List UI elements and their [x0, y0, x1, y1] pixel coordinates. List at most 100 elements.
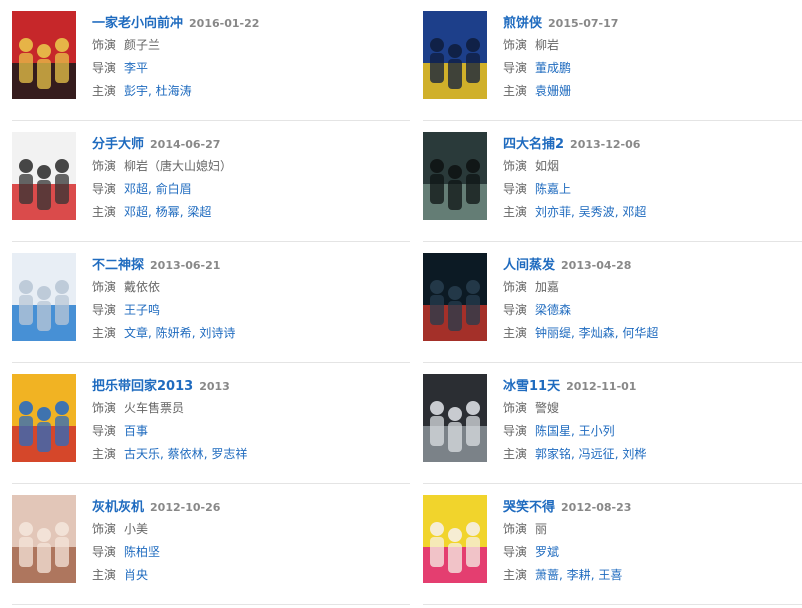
cast-row-label: 主演	[503, 84, 528, 98]
movie-poster[interactable]	[12, 253, 76, 341]
person-link[interactable]: 吴秀波	[579, 205, 615, 219]
release-date: 2012-08-23	[561, 501, 632, 514]
role-label: 饰演	[503, 522, 528, 536]
movie-poster[interactable]	[423, 253, 487, 341]
movie-title-link[interactable]: 分手大师	[92, 137, 144, 152]
person-link[interactable]: 刘桦	[622, 447, 646, 461]
person-link[interactable]: 萧蔷	[535, 568, 559, 582]
movie-poster[interactable]	[12, 11, 76, 99]
role-name: 颜子兰	[124, 38, 161, 52]
person-link[interactable]: 蔡依林	[168, 447, 204, 461]
person-link[interactable]: 董成鹏	[535, 61, 571, 75]
director-row-label: 导演	[92, 182, 117, 196]
person-link[interactable]: 邓超	[622, 205, 646, 219]
person-link[interactable]: 陈国星	[535, 424, 571, 438]
movie-title-link[interactable]: 煎饼侠	[503, 16, 542, 31]
person-link[interactable]: 邓超	[124, 182, 148, 196]
person-link[interactable]: 李灿森	[579, 326, 615, 340]
person-link[interactable]: 杨幂	[156, 205, 180, 219]
movie-title-link[interactable]: 灰机灰机	[92, 500, 144, 515]
person-link[interactable]: 梁德森	[535, 303, 571, 317]
movie-card: 四大名捕2 2013-12-06 饰演 如烟 导演 陈嘉上 主演 刘亦菲, 吴秀波, 邓超	[423, 121, 802, 242]
name-separator: ,	[148, 84, 156, 98]
director-row: 导演 邓超, 俞白眉	[92, 178, 410, 201]
movie-title-link[interactable]: 哭笑不得	[503, 500, 555, 515]
role-row: 饰演 柳岩（唐大山媳妇）	[92, 155, 410, 178]
role-label: 饰演	[503, 38, 528, 52]
movie-card: 哭笑不得 2012-08-23 饰演丽导演 罗斌 主演 萧蔷, 李耕, 王喜	[423, 484, 802, 605]
director-row: 导演 陈嘉上	[503, 178, 802, 201]
movie-info: 不二神探 2013-06-21 饰演 戴依依 导演 王子鸣 主演 文章, 陈妍希, 刘诗诗	[92, 254, 410, 345]
person-link[interactable]: 王喜	[598, 568, 622, 582]
role-label: 饰演	[503, 159, 528, 173]
movie-poster[interactable]	[12, 495, 76, 583]
person-link[interactable]: 钟丽缇	[535, 326, 571, 340]
person-link[interactable]: 陈柏坚	[124, 545, 160, 559]
role-row: 饰演 柳岩	[503, 34, 802, 57]
person-link[interactable]: 文章	[124, 326, 148, 340]
director-row-label: 导演	[92, 424, 117, 438]
poster-art	[423, 253, 487, 341]
title-line: 把乐带回家2013 2013	[92, 375, 410, 397]
role-name: 柳岩（唐大山媳妇）	[124, 159, 233, 173]
person-link[interactable]: 李平	[124, 61, 148, 75]
movie-poster[interactable]	[423, 132, 487, 220]
movie-info: 冰雪11天 2012-11-01 饰演 警嫂 导演 陈国星, 王小列 主演 郭家铭, 冯远征,…	[503, 375, 802, 466]
director-row-label: 导演	[92, 303, 117, 317]
name-separator: ,	[571, 424, 579, 438]
person-link[interactable]: 刘亦菲	[535, 205, 571, 219]
title-line: 煎饼侠 2015-07-17	[503, 12, 802, 34]
movie-title-link[interactable]: 人间蒸发	[503, 258, 555, 273]
cast-row: 主演 刘亦菲, 吴秀波, 邓超	[503, 201, 802, 224]
cast-row: 主演 萧蔷, 李耕, 王喜	[503, 564, 802, 587]
movie-card: 煎饼侠 2015-07-17 饰演 柳岩 导演 董成鹏 主演 袁姗姗	[423, 0, 802, 121]
person-link[interactable]: 刘诗诗	[199, 326, 235, 340]
person-link[interactable]: 邓超	[124, 205, 148, 219]
poster-art	[12, 495, 76, 583]
movie-title-link[interactable]: 一家老小向前冲	[92, 16, 183, 31]
person-link[interactable]: 陈嘉上	[535, 182, 571, 196]
cast-row: 主演 古天乐, 蔡依林, 罗志祥	[92, 443, 410, 466]
title-line: 灰机灰机 2012-10-26	[92, 496, 410, 518]
person-link[interactable]: 杜海涛	[156, 84, 192, 98]
person-link[interactable]: 王小列	[579, 424, 615, 438]
role-label: 饰演	[92, 38, 117, 52]
role-row: 饰演 颜子兰	[92, 34, 410, 57]
person-link[interactable]: 梁超	[187, 205, 211, 219]
director-row: 导演 梁德森	[503, 299, 802, 322]
movie-title-link[interactable]: 四大名捕2	[503, 137, 564, 152]
poster-art	[12, 132, 76, 220]
movie-poster[interactable]	[423, 11, 487, 99]
movie-poster[interactable]	[423, 374, 487, 462]
person-link[interactable]: 俞白眉	[156, 182, 192, 196]
person-link[interactable]: 百事	[124, 424, 148, 438]
person-link[interactable]: 罗志祥	[211, 447, 247, 461]
person-link[interactable]: 陈妍希	[156, 326, 192, 340]
cast-row: 主演 邓超, 杨幂, 梁超	[92, 201, 410, 224]
movie-poster[interactable]	[12, 132, 76, 220]
role-row: 饰演 加嘉	[503, 276, 802, 299]
movie-poster[interactable]	[12, 374, 76, 462]
person-link[interactable]: 何华超	[622, 326, 658, 340]
poster-art	[423, 374, 487, 462]
movie-title-link[interactable]: 不二神探	[92, 258, 144, 273]
director-row: 导演 陈柏坚	[92, 541, 410, 564]
role-row: 饰演 戴依依	[92, 276, 410, 299]
person-link[interactable]: 冯远征	[579, 447, 615, 461]
person-link[interactable]: 肖央	[124, 568, 148, 582]
cast-row: 主演 文章, 陈妍希, 刘诗诗	[92, 322, 410, 345]
person-link[interactable]: 彭宇	[124, 84, 148, 98]
person-link[interactable]: 罗斌	[535, 545, 559, 559]
director-row-label: 导演	[503, 182, 528, 196]
person-link[interactable]: 古天乐	[124, 447, 160, 461]
movie-title-link[interactable]: 冰雪11天	[503, 379, 560, 394]
person-link[interactable]: 袁姗姗	[535, 84, 571, 98]
movie-poster[interactable]	[423, 495, 487, 583]
movie-title-link[interactable]: 把乐带回家2013	[92, 379, 193, 394]
cast-row-label: 主演	[503, 447, 528, 461]
movie-card: 人间蒸发 2013-04-28 饰演 加嘉 导演 梁德森 主演 钟丽缇, 李灿森, 何华超	[423, 242, 802, 363]
person-link[interactable]: 李耕	[567, 568, 591, 582]
person-link[interactable]: 郭家铭	[535, 447, 571, 461]
person-link[interactable]: 王子鸣	[124, 303, 160, 317]
release-date: 2016-01-22	[189, 17, 260, 30]
